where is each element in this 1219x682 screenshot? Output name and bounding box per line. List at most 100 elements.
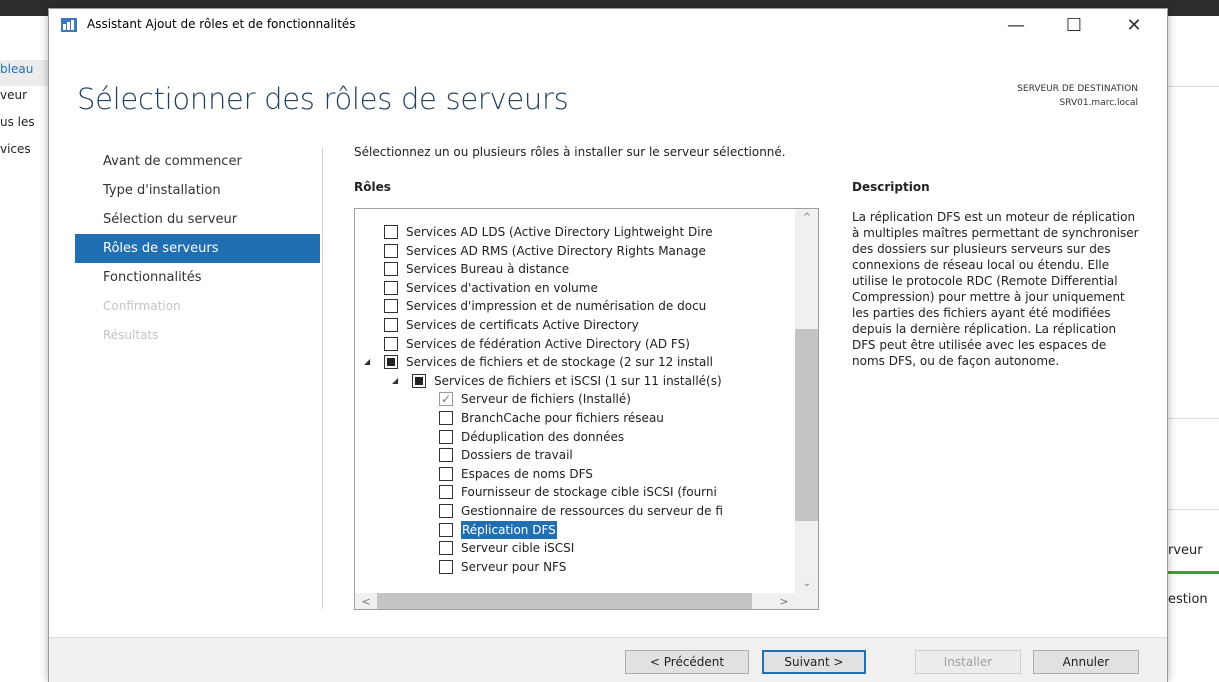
- role-item[interactable]: Services Bureau à distance: [355, 260, 795, 278]
- role-item[interactable]: Services de certificats Active Directory: [355, 316, 795, 334]
- role-item[interactable]: Serveur pour NFS: [355, 558, 795, 576]
- role-label: Services de fichiers et iSCSI (1 sur 11 …: [434, 373, 722, 388]
- role-checkbox[interactable]: [384, 225, 398, 239]
- role-checkbox[interactable]: [384, 299, 398, 314]
- role-label: Services de fédération Active Directory …: [406, 336, 690, 351]
- nav-divider: [322, 147, 323, 609]
- role-item[interactable]: Gestionnaire de ressources du serveur de…: [355, 502, 795, 520]
- wizard-steps-nav: Avant de commencer Type d'installation Sél…: [75, 147, 320, 350]
- roles-tree-items: Services AD LDS (Active Directory Lightw…: [355, 209, 795, 593]
- role-item[interactable]: ✓ Serveur de fichiers (Installé): [355, 390, 795, 408]
- role-item[interactable]: Dossiers de travail: [355, 446, 795, 464]
- roles-header: Rôles: [354, 180, 391, 194]
- role-item[interactable]: Réplication DFS: [355, 520, 795, 539]
- background-divider: [1168, 86, 1219, 87]
- scroll-down-arrow-icon[interactable]: ⌄: [795, 575, 818, 593]
- role-checkbox[interactable]: [384, 243, 398, 258]
- role-checkbox[interactable]: [384, 262, 398, 277]
- role-item[interactable]: Fournisseur de stockage cible iSCSI (fou…: [355, 483, 795, 501]
- role-checkbox[interactable]: [439, 522, 453, 537]
- role-item[interactable]: Services AD RMS (Active Directory Rights…: [355, 242, 795, 260]
- role-checkbox[interactable]: [439, 429, 453, 444]
- role-checkbox[interactable]: [439, 504, 453, 518]
- background-sidebar-item[interactable]: us les: [0, 115, 48, 129]
- expand-arrow-icon[interactable]: ◢: [392, 372, 398, 390]
- nav-step[interactable]: Type d'installation: [75, 176, 320, 205]
- maximize-button[interactable]: ☐: [1051, 9, 1097, 41]
- role-label: Services de certificats Active Directory: [406, 318, 639, 332]
- background-server-manager-sidebar: bleau veur us les vices: [0, 16, 48, 682]
- role-item[interactable]: ◢ Services de fichiers et de stockage (2 …: [355, 353, 795, 371]
- scroll-left-arrow-icon[interactable]: <: [357, 593, 375, 609]
- vertical-scroll-thumb[interactable]: [795, 329, 818, 521]
- role-item[interactable]: Services de fédération Active Directory …: [355, 335, 795, 353]
- background-sidebar-item[interactable]: bleau: [0, 62, 48, 76]
- next-button[interactable]: Suivant >: [762, 650, 866, 674]
- scroll-right-arrow-icon[interactable]: >: [775, 593, 793, 609]
- role-label: Serveur cible iSCSI: [461, 541, 575, 556]
- role-checkbox[interactable]: [384, 318, 398, 332]
- background-sidebar-item[interactable]: veur: [0, 88, 48, 102]
- nav-step[interactable]: Fonctionnalités: [75, 263, 320, 292]
- background-server-manager-content: rveur estion: [1168, 16, 1219, 682]
- role-label: Services AD RMS (Active Directory Rights…: [406, 243, 706, 258]
- role-item[interactable]: Espaces de noms DFS: [355, 465, 795, 483]
- role-label: Services d'impression et de numérisation…: [406, 299, 707, 314]
- role-checkbox[interactable]: [439, 466, 453, 481]
- destination-label: SERVEUR DE DESTINATION: [1017, 84, 1138, 94]
- role-label: Réplication DFS: [461, 520, 557, 539]
- destination-server: SERVEUR DE DESTINATION SRV01.marc.local: [1017, 82, 1138, 110]
- role-label: Serveur de fichiers (Installé): [461, 392, 631, 407]
- background-tile: [1168, 418, 1219, 510]
- previous-button[interactable]: < Précédent: [625, 650, 749, 674]
- scroll-up-arrow-icon[interactable]: ^: [795, 209, 818, 227]
- role-item[interactable]: Services d'activation en volume: [355, 279, 795, 297]
- role-label: Fournisseur de stockage cible iSCSI (fou…: [461, 485, 717, 500]
- role-checkbox[interactable]: [439, 448, 453, 463]
- role-checkbox[interactable]: [439, 411, 453, 425]
- cancel-button[interactable]: Annuler: [1033, 650, 1139, 674]
- nav-step[interactable]: Rôles de serveurs: [75, 234, 320, 263]
- horizontal-scroll-thumb[interactable]: [377, 593, 752, 609]
- role-description: La réplication DFS est un moteur de répl…: [852, 210, 1139, 368]
- nav-step[interactable]: Sélection du serveur: [75, 205, 320, 234]
- role-item[interactable]: Déduplication des données: [355, 428, 795, 446]
- role-checkbox[interactable]: [384, 355, 398, 370]
- role-item[interactable]: BranchCache pour fichiers réseau: [355, 409, 795, 427]
- role-checkbox[interactable]: [439, 485, 453, 500]
- background-sidebar-item[interactable]: vices: [0, 142, 48, 156]
- title-bar[interactable]: Assistant Ajout de rôles et de fonctionn…: [49, 9, 1167, 41]
- role-item[interactable]: Services d'impression et de numérisation…: [355, 297, 795, 315]
- role-item[interactable]: Serveur cible iSCSI: [355, 539, 795, 557]
- role-label: Gestionnaire de ressources du serveur de…: [461, 504, 723, 518]
- role-label: Services Bureau à distance: [406, 262, 570, 277]
- role-label: Espaces de noms DFS: [461, 466, 593, 481]
- role-item[interactable]: ◢ Services de fichiers et iSCSI (1 sur 11…: [355, 372, 795, 390]
- role-checkbox[interactable]: ✓: [439, 392, 453, 407]
- role-checkbox[interactable]: [412, 373, 426, 388]
- role-label: Serveur pour NFS: [461, 559, 567, 574]
- expand-arrow-icon[interactable]: ◢: [364, 353, 370, 371]
- role-item[interactable]: Services AD LDS (Active Directory Lightw…: [355, 223, 795, 241]
- role-label: Services d'activation en volume: [406, 280, 598, 295]
- role-checkbox[interactable]: [439, 541, 453, 556]
- install-button[interactable]: Installer: [915, 650, 1021, 674]
- roles-tree-list[interactable]: Services AD LDS (Active Directory Lightw…: [354, 208, 819, 610]
- role-label: BranchCache pour fichiers réseau: [461, 411, 664, 425]
- role-label: Dossiers de travail: [461, 448, 573, 463]
- role-checkbox[interactable]: [439, 559, 453, 574]
- server-manager-icon: [61, 18, 77, 32]
- role-checkbox[interactable]: [384, 280, 398, 295]
- instruction-text: Sélectionnez un ou plusieurs rôles à ins…: [354, 145, 786, 159]
- role-checkbox[interactable]: [384, 336, 398, 351]
- horizontal-scrollbar[interactable]: < >: [355, 593, 818, 609]
- background-tile-text: rveur: [1168, 543, 1203, 558]
- destination-server-name: SRV01.marc.local: [1059, 98, 1138, 108]
- description-header: Description: [852, 180, 930, 194]
- minimize-button[interactable]: —: [993, 9, 1039, 41]
- nav-step: Résultats: [103, 328, 159, 342]
- page-title: Sélectionner des rôles de serveurs: [77, 82, 569, 116]
- vertical-scrollbar[interactable]: ^ ⌄: [795, 209, 818, 593]
- nav-step[interactable]: Avant de commencer: [75, 147, 320, 176]
- close-button[interactable]: ✕: [1111, 9, 1157, 41]
